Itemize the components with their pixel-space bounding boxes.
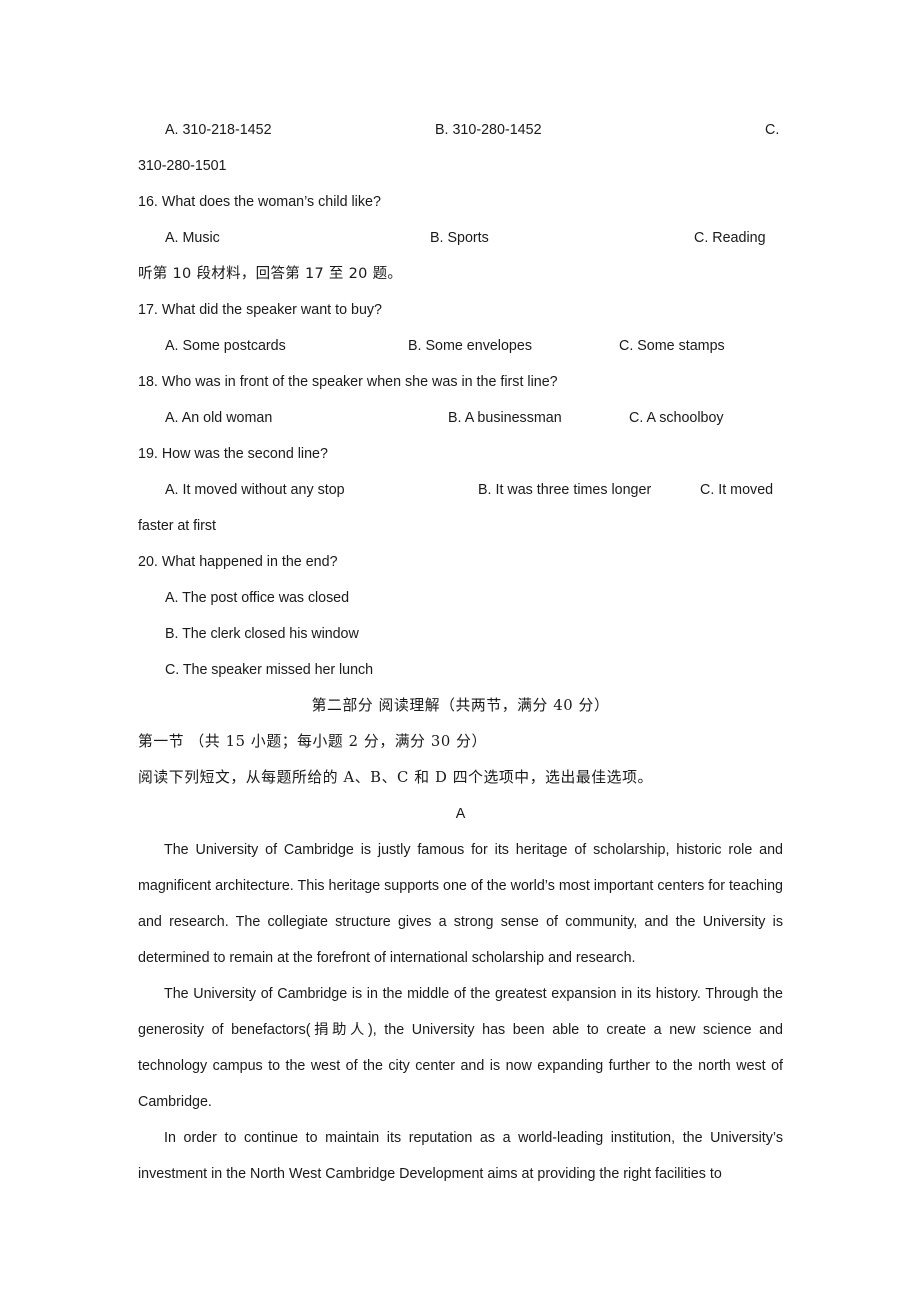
- option-c-marker-q15: C.: [765, 122, 780, 138]
- page-content: A. 310-218-1452 B. 310-280-1452 C. 310-2…: [138, 112, 783, 1192]
- option-c-q16: C. Reading: [694, 230, 766, 246]
- option-c-q17: C. Some stamps: [619, 338, 725, 354]
- option-b-q19: B. It was three times longer: [478, 482, 652, 498]
- option-a-q17: A. Some postcards: [165, 338, 286, 354]
- question-17-stem: 17. What did the speaker want to buy?: [138, 302, 382, 318]
- option-a-q18: A. An old woman: [165, 410, 273, 426]
- reading-instruction: 阅读下列短文，从每题所给的 A、B、C 和 D 四个选项中，选出最佳选项。: [138, 769, 653, 786]
- option-c-q15-wrapped: 310-280-1501: [138, 158, 227, 174]
- option-a-q16: A. Music: [165, 230, 220, 246]
- passage-paragraph-2: The University of Cambridge is in the mi…: [138, 986, 783, 1110]
- option-b-q16: B. Sports: [430, 230, 489, 246]
- passage-letter-a: A: [455, 806, 466, 822]
- option-a-q19: A. It moved without any stop: [165, 482, 345, 498]
- passage-paragraph-3: In order to continue to maintain its rep…: [138, 1130, 783, 1182]
- question-19-options-row: A. It moved without any stop B. It was t…: [138, 472, 783, 508]
- question-17-options-row: A. Some postcards B. Some envelopes C. S…: [138, 328, 783, 364]
- document-page: A. 310-218-1452 B. 310-280-1452 C. 310-2…: [0, 0, 920, 1302]
- option-c-q19: C. It moved: [700, 482, 774, 498]
- listening-material-instruction: 听第 10 段材料，回答第 17 至 20 题。: [138, 266, 403, 282]
- option-b-q17: B. Some envelopes: [408, 338, 532, 354]
- question-20-stem: 20. What happened in the end?: [138, 554, 338, 570]
- option-c-q18: C. A schoolboy: [629, 410, 724, 426]
- question-16-options-row: A. Music B. Sports C. Reading: [138, 220, 783, 256]
- option-b-q18: B. A businessman: [448, 410, 562, 426]
- option-b-q20: B. The clerk closed his window: [165, 626, 359, 642]
- option-a-q15: A. 310-218-1452: [165, 122, 272, 138]
- option-a-q20: A. The post office was closed: [165, 590, 349, 606]
- reading-subsection-heading: 第一节 （共 15 小题；每小题 2 分，满分 30 分）: [138, 733, 487, 750]
- question-16-stem: 16. What does the woman’s child like?: [138, 194, 381, 210]
- question-19-stem: 19. How was the second line?: [138, 446, 328, 462]
- option-c-q20: C. The speaker missed her lunch: [165, 662, 373, 678]
- question-18-stem: 18. Who was in front of the speaker when…: [138, 374, 558, 390]
- reading-part-heading: 第二部分 阅读理解（共两节，满分 40 分）: [311, 697, 610, 714]
- option-c-q19-wrapped: faster at first: [138, 518, 216, 534]
- question-15-options-row: A. 310-218-1452 B. 310-280-1452 C.: [138, 112, 783, 148]
- passage-paragraph-1: The University of Cambridge is justly fa…: [138, 842, 783, 966]
- option-b-q15: B. 310-280-1452: [435, 122, 542, 138]
- question-18-options-row: A. An old woman B. A businessman C. A sc…: [138, 400, 783, 436]
